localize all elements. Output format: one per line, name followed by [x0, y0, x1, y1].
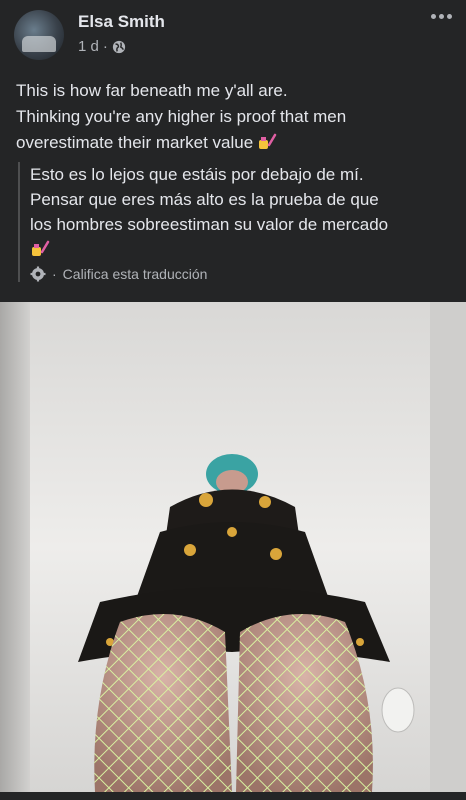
rate-separator: · — [52, 266, 57, 282]
post-text-line: This is how far beneath me y'all are. — [16, 81, 288, 100]
translation-line: los hombres sobreestiman su valor de mer… — [30, 215, 389, 234]
post-text-line: Thinking you're any higher is proof that… — [16, 107, 347, 126]
post-text: This is how far beneath me y'all are. Th… — [16, 78, 446, 156]
post-text-line: overestimate their market value — [16, 130, 446, 156]
rate-translation-label: Califica esta traducción — [62, 266, 208, 282]
rate-translation-link[interactable]: · Califica esta traducción — [30, 266, 460, 282]
translation-line: Pensar que eres más alto es la prueba de… — [30, 190, 379, 209]
translation-block: Esto es lo lejos que estáis por debajo d… — [18, 162, 460, 282]
author-name[interactable]: Elsa Smith — [78, 12, 165, 32]
meta-separator: · — [102, 38, 108, 55]
more-options-button[interactable] — [431, 14, 452, 19]
gear-icon — [30, 266, 46, 282]
bottom-divider — [0, 792, 466, 800]
post-photo[interactable] — [0, 302, 466, 792]
globe-icon — [112, 40, 125, 53]
nail-polish-icon — [259, 133, 277, 149]
photo-image — [0, 302, 466, 792]
post-header: Elsa Smith 1 d · — [0, 0, 466, 66]
post-time[interactable]: 1 d — [78, 38, 99, 55]
translation-line: Esto es lo lejos que estáis por debajo d… — [30, 165, 364, 184]
dot-icon — [431, 14, 436, 19]
post-text-line-content: overestimate their market value — [16, 133, 254, 152]
dot-icon — [439, 14, 444, 19]
translation-text: Esto es lo lejos que estáis por debajo d… — [30, 162, 460, 262]
avatar[interactable] — [14, 10, 64, 60]
dot-icon — [447, 14, 452, 19]
nail-polish-icon — [32, 240, 50, 256]
post-meta: 1 d · — [78, 38, 126, 55]
